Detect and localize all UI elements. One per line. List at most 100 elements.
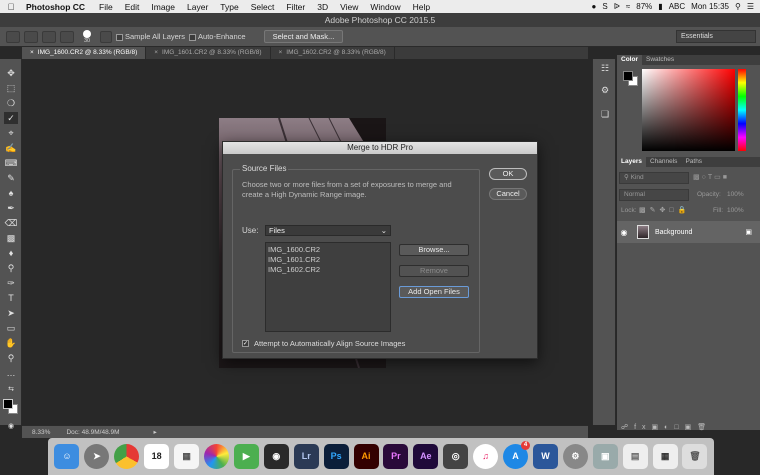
layer-row-background[interactable]: ◉ Background ▣	[617, 221, 760, 243]
use-select[interactable]: Files ⌄	[265, 225, 391, 236]
skype-icon[interactable]: S	[602, 2, 607, 11]
lock-icons[interactable]: ▩✎✥□🔒	[639, 206, 690, 214]
apple-icon[interactable]: 	[0, 2, 22, 12]
path-selection-tool-icon[interactable]: ➤	[4, 307, 18, 319]
chrome-icon[interactable]	[114, 444, 140, 469]
menu-type[interactable]: Type	[214, 2, 244, 12]
search-icon[interactable]: ⚲	[735, 2, 741, 11]
list-item[interactable]: IMG_1601.CR2	[268, 255, 388, 265]
dvd-player-icon[interactable]: ◎	[443, 444, 469, 469]
menu-layer[interactable]: Layer	[181, 2, 214, 12]
menu-filter[interactable]: Filter	[280, 2, 311, 12]
menu-help[interactable]: Help	[407, 2, 436, 12]
quicktime-icon[interactable]: ◉	[263, 444, 289, 469]
auto-enhance-checkbox[interactable]	[189, 33, 197, 41]
eraser-tool-icon[interactable]: ⌫	[4, 217, 18, 229]
system-preferences-icon[interactable]: ⚙	[562, 444, 588, 469]
ok-button[interactable]: OK	[489, 168, 527, 180]
libraries-panel-icon[interactable]: ❏	[598, 109, 612, 123]
facetime-icon[interactable]: ▶	[233, 444, 259, 469]
trash-icon[interactable]: 🗑	[682, 444, 708, 469]
photoshop-icon[interactable]: Ps	[323, 444, 349, 469]
healing-brush-tool-icon[interactable]: ⌨	[4, 157, 18, 169]
add-open-files-button[interactable]: Add Open Files	[399, 286, 469, 298]
more-tools-icon[interactable]: …	[4, 367, 18, 379]
file-list[interactable]: IMG_1600.CR2 IMG_1601.CR2 IMG_1602.CR2	[265, 242, 391, 332]
launchpad-icon[interactable]: ➤	[84, 444, 110, 469]
tab-channels[interactable]: Channels	[646, 157, 681, 167]
input-source[interactable]: ABC	[669, 2, 685, 11]
eyedropper-tool-icon[interactable]: ✍	[4, 142, 18, 154]
quick-selection-preset-icon[interactable]	[6, 30, 20, 43]
sample-all-layers-option[interactable]: Sample All Layers	[116, 32, 185, 41]
battery-percent[interactable]: 87%	[636, 2, 652, 11]
status-arrow-icon[interactable]: ▸	[154, 428, 157, 436]
new-selection-icon[interactable]	[24, 30, 38, 43]
close-icon[interactable]: ×	[279, 49, 283, 56]
lasso-tool-icon[interactable]: ❍	[4, 97, 18, 109]
sample-all-layers-checkbox[interactable]	[116, 33, 123, 41]
wifi-icon[interactable]: ≈	[626, 2, 630, 11]
auto-align-checkbox[interactable]: ✓	[242, 340, 249, 347]
auto-enhance-option[interactable]: Auto-Enhance	[189, 32, 246, 41]
move-tool-icon[interactable]: ✥	[4, 67, 18, 79]
dodge-tool-icon[interactable]: ⚲	[4, 262, 18, 274]
history-brush-tool-icon[interactable]: ✒	[4, 202, 18, 214]
menu-3d[interactable]: 3D	[311, 2, 334, 12]
menu-window[interactable]: Window	[364, 2, 406, 12]
tab-paths[interactable]: Paths	[681, 157, 706, 167]
add-selection-icon[interactable]	[42, 30, 56, 43]
app-store-icon[interactable]: A4	[503, 441, 531, 469]
select-and-mask-button[interactable]: Select and Mask...	[263, 30, 344, 43]
menu-view[interactable]: View	[334, 2, 364, 12]
layer-filter-icons[interactable]: ▩○T▭■	[693, 173, 729, 181]
zoom-level[interactable]: 8.33%	[32, 429, 50, 436]
gradient-tool-icon[interactable]: ▩	[4, 232, 18, 244]
close-icon[interactable]: ×	[154, 49, 158, 56]
browse-button[interactable]: Browse...	[399, 244, 469, 256]
finder-icon[interactable]: ☺	[54, 444, 80, 469]
remove-button[interactable]: Remove	[399, 265, 469, 277]
kind-filter[interactable]: ⚲ Kind	[619, 172, 689, 184]
illustrator-icon[interactable]: Ai	[353, 444, 379, 469]
tab-layers[interactable]: Layers	[617, 157, 646, 167]
tab-img-1600[interactable]: × IMG_1600.CR2 @ 8.33% (RGB/8)	[22, 47, 147, 59]
workspace-switcher[interactable]: Essentials	[676, 30, 756, 43]
adjustments-panel-icon[interactable]: ⚙	[598, 85, 612, 99]
bluetooth-icon[interactable]: ᐉ	[614, 2, 620, 11]
itunes-icon[interactable]: ♫	[473, 444, 499, 469]
list-item[interactable]: IMG_1602.CR2	[268, 265, 388, 275]
brush-angle-icon[interactable]	[100, 30, 112, 43]
lightroom-icon[interactable]: Lr	[293, 444, 319, 469]
creative-cloud-icon[interactable]: ●	[592, 2, 597, 11]
tab-color[interactable]: Color	[617, 55, 642, 65]
swap-colors-icon[interactable]: ⇆	[4, 384, 18, 396]
eye-icon[interactable]: ◉	[617, 228, 631, 237]
document-icon[interactable]: ▤	[622, 444, 648, 469]
menu-image[interactable]: Image	[145, 2, 181, 12]
foreground-color-swatch[interactable]	[3, 399, 13, 409]
downloads-stack-icon[interactable]: ▦	[652, 444, 678, 469]
preview-icon[interactable]: ▦	[174, 444, 200, 469]
calendar-icon[interactable]: 18	[144, 444, 170, 469]
list-item[interactable]: IMG_1600.CR2	[268, 245, 388, 255]
notification-icon[interactable]: ☰	[747, 2, 754, 11]
photos-icon[interactable]	[203, 444, 229, 469]
brush-size-picker[interactable]: 30	[78, 29, 96, 44]
layer-action-icons[interactable]: ☍fx▣◐□▣🗑	[621, 423, 759, 431]
subtract-selection-icon[interactable]	[60, 30, 74, 43]
type-tool-icon[interactable]: T	[4, 292, 18, 304]
hue-slider[interactable]	[738, 69, 746, 151]
hand-tool-icon[interactable]: ✋	[4, 337, 18, 349]
tab-img-1602[interactable]: × IMG_1602.CR2 @ 8.33% (RGB/8)	[271, 47, 395, 59]
lock-icon[interactable]: ▣	[745, 228, 752, 236]
after-effects-icon[interactable]: Ae	[413, 444, 439, 469]
menu-select[interactable]: Select	[245, 2, 281, 12]
layer-name[interactable]: Background	[655, 229, 692, 236]
pen-tool-icon[interactable]: ✑	[4, 277, 18, 289]
color-field[interactable]	[642, 69, 735, 151]
brush-tool-icon[interactable]: ✎	[4, 172, 18, 184]
clone-stamp-tool-icon[interactable]: ♠	[4, 187, 18, 199]
cancel-button[interactable]: Cancel	[489, 188, 527, 200]
blend-mode-select[interactable]: Normal	[619, 189, 689, 201]
